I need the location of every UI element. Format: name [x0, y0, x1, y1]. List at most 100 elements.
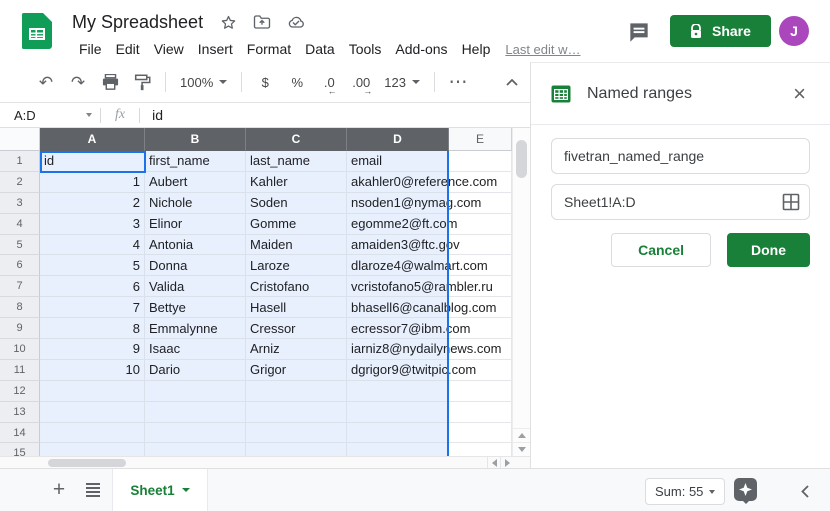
row-header-15[interactable]: 15 [0, 443, 40, 456]
last-edit-link[interactable]: Last edit w… [505, 42, 580, 57]
cell-C6[interactable]: Laroze [246, 255, 347, 276]
cell-C5[interactable]: Maiden [246, 235, 347, 256]
cell-A7[interactable]: 6 [40, 276, 145, 297]
cell-C15[interactable] [246, 443, 347, 456]
cell-B5[interactable]: Antonia [145, 235, 246, 256]
more-toolbar-button[interactable]: ⋯ [445, 69, 471, 95]
row-header-2[interactable]: 2 [0, 172, 40, 193]
horizontal-scrollbar[interactable] [0, 456, 530, 468]
row-header-5[interactable]: 5 [0, 235, 40, 256]
cell-E1[interactable] [449, 151, 512, 172]
range-name-input[interactable] [551, 138, 810, 174]
cell-A14[interactable] [40, 423, 145, 444]
hide-menus-button[interactable] [500, 70, 524, 94]
cell-C7[interactable]: Cristofano [246, 276, 347, 297]
row-header-6[interactable]: 6 [0, 255, 40, 276]
zoom-select[interactable]: 100% [176, 69, 231, 95]
paint-format-button[interactable] [129, 69, 155, 95]
select-all-corner[interactable] [0, 128, 40, 151]
row-header-1[interactable]: 1 [0, 151, 40, 172]
row-header-9[interactable]: 9 [0, 318, 40, 339]
range-reference-input[interactable] [551, 184, 810, 220]
cell-A4[interactable]: 3 [40, 214, 145, 235]
close-icon[interactable]: × [789, 81, 810, 107]
cell-B8[interactable]: Bettye [145, 297, 246, 318]
cell-E13[interactable] [449, 402, 512, 423]
cell-B7[interactable]: Valida [145, 276, 246, 297]
cell-A15[interactable] [40, 443, 145, 456]
cell-D14[interactable] [347, 423, 449, 444]
row-header-10[interactable]: 10 [0, 339, 40, 360]
cell-D2[interactable]: akahler0@reference.com [347, 172, 449, 193]
select-data-range-button[interactable] [782, 193, 800, 211]
cell-C10[interactable]: Arniz [246, 339, 347, 360]
cell-A8[interactable]: 7 [40, 297, 145, 318]
menu-view[interactable]: View [147, 39, 191, 59]
collapse-panel-button[interactable] [795, 481, 815, 501]
cell-A5[interactable]: 4 [40, 235, 145, 256]
cell-D13[interactable] [347, 402, 449, 423]
cell-C13[interactable] [246, 402, 347, 423]
done-button[interactable]: Done [727, 233, 810, 267]
cell-D3[interactable]: nsoden1@nymag.com [347, 193, 449, 214]
row-header-14[interactable]: 14 [0, 423, 40, 444]
cell-B4[interactable]: Elinor [145, 214, 246, 235]
cell-B3[interactable]: Nichole [145, 193, 246, 214]
cell-D6[interactable]: dlaroze4@walmart.com [347, 255, 449, 276]
cell-C11[interactable]: Grigor [246, 360, 347, 381]
cloud-saved-icon[interactable] [287, 13, 305, 31]
row-header-8[interactable]: 8 [0, 297, 40, 318]
scroll-down-button[interactable] [513, 442, 530, 456]
cell-A1[interactable]: id [40, 151, 145, 172]
column-header-B[interactable]: B [145, 128, 246, 151]
format-percent-button[interactable]: % [284, 69, 310, 95]
row-header-13[interactable]: 13 [0, 402, 40, 423]
menu-file[interactable]: File [72, 39, 109, 59]
cell-B9[interactable]: Emmalynne [145, 318, 246, 339]
cell-B10[interactable]: Isaac [145, 339, 246, 360]
column-header-C[interactable]: C [246, 128, 347, 151]
row-header-11[interactable]: 11 [0, 360, 40, 381]
column-header-E[interactable]: E [449, 128, 512, 151]
cell-A3[interactable]: 2 [40, 193, 145, 214]
cell-C14[interactable] [246, 423, 347, 444]
all-sheets-button[interactable] [80, 477, 106, 503]
number-format-button[interactable]: 123 [380, 69, 424, 95]
menu-edit[interactable]: Edit [109, 39, 147, 59]
column-header-A[interactable]: A [40, 128, 145, 151]
cell-A6[interactable]: 5 [40, 255, 145, 276]
print-button[interactable] [97, 69, 123, 95]
sheets-logo-icon[interactable] [22, 13, 52, 49]
cell-E15[interactable] [449, 443, 512, 456]
cell-C3[interactable]: Soden [246, 193, 347, 214]
cell-C4[interactable]: Gomme [246, 214, 347, 235]
cell-D11[interactable]: dgrigor9@twitpic.com [347, 360, 449, 381]
add-sheet-button[interactable]: + [46, 477, 72, 503]
vertical-scrollbar-thumb[interactable] [516, 140, 527, 178]
row-header-3[interactable]: 3 [0, 193, 40, 214]
comments-button[interactable] [626, 19, 652, 45]
scroll-right-button[interactable] [500, 457, 513, 468]
increase-decimal-button[interactable]: .00 [348, 69, 374, 95]
menu-format[interactable]: Format [240, 39, 298, 59]
cell-D9[interactable]: ecressor7@ibm.com [347, 318, 449, 339]
cell-D5[interactable]: amaiden3@ftc.gov [347, 235, 449, 256]
menu-tools[interactable]: Tools [342, 39, 389, 59]
sheet-tab-sheet1[interactable]: Sheet1 [112, 469, 208, 511]
row-header-12[interactable]: 12 [0, 381, 40, 402]
cell-A12[interactable] [40, 381, 145, 402]
cell-D10[interactable]: iarniz8@nydailynews.com [347, 339, 449, 360]
undo-button[interactable]: ↶ [33, 69, 59, 95]
explore-button[interactable] [734, 478, 757, 501]
cell-B2[interactable]: Aubert [145, 172, 246, 193]
cell-B6[interactable]: Donna [145, 255, 246, 276]
cell-D8[interactable]: bhasell6@canalblog.com [347, 297, 449, 318]
move-to-folder-icon[interactable] [253, 13, 271, 31]
cell-B15[interactable] [145, 443, 246, 456]
cell-A13[interactable] [40, 402, 145, 423]
cancel-button[interactable]: Cancel [611, 233, 711, 267]
cell-C1[interactable]: last_name [246, 151, 347, 172]
cell-E4[interactable] [449, 214, 512, 235]
cell-D4[interactable]: egomme2@ft.com [347, 214, 449, 235]
redo-button[interactable]: ↷ [65, 69, 91, 95]
